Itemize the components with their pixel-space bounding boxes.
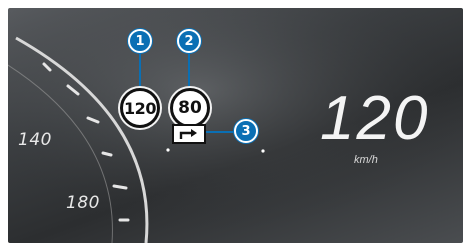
screenshot: 140 180 120 km/h 120 80 1 2 3 <box>0 0 468 243</box>
speedometer-scale-label: 180 <box>66 193 100 213</box>
callout-2-leader <box>188 51 190 90</box>
speed-limit-sign-80: 80 <box>170 88 210 128</box>
speed-limit-value: 80 <box>178 98 202 118</box>
callout-1-leader <box>139 51 141 90</box>
arrow-right-turn-icon <box>179 129 197 139</box>
callout-3-leader <box>205 131 235 133</box>
current-speed: 120 <box>320 84 430 153</box>
callout-badge-3: 3 <box>234 119 258 143</box>
horizon-dot <box>166 148 170 152</box>
turn-additional-sign <box>172 124 206 144</box>
speedometer-scale-label: 140 <box>18 130 52 150</box>
callout-badge-1: 1 <box>128 29 152 53</box>
callout-badge-2: 2 <box>177 29 201 53</box>
speed-limit-sign-120: 120 <box>120 88 160 128</box>
speed-unit: km/h <box>354 154 378 166</box>
speed-limit-value: 120 <box>124 98 156 118</box>
horizon-dot <box>261 149 265 153</box>
